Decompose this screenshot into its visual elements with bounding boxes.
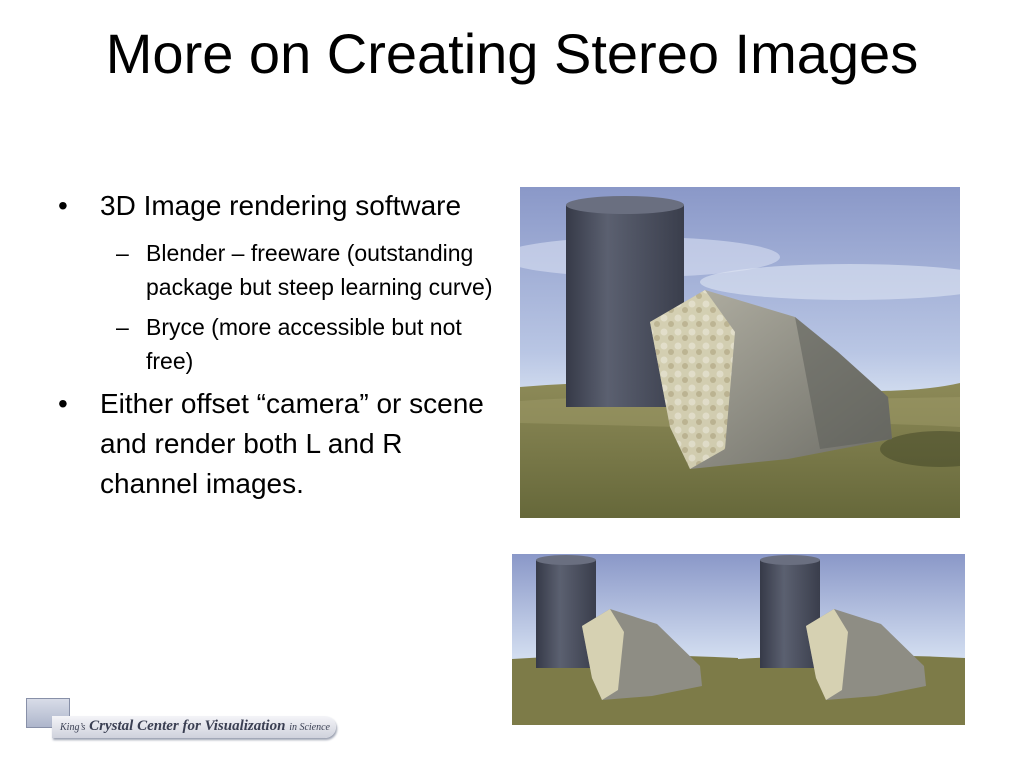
logo-suffix: in Science xyxy=(289,722,330,733)
logo-main: Crystal Center for Visualization xyxy=(89,718,286,734)
sub-bullet-item: – Bryce (more accessible but not free) xyxy=(58,310,498,378)
logo-prefix: King’s xyxy=(60,722,86,733)
sub-bullet-text: Bryce (more accessible but not free) xyxy=(146,314,462,374)
bullet-item: • 3D Image rendering software xyxy=(58,186,498,226)
bullet-text: Either offset “camera” or scene and rend… xyxy=(100,388,484,499)
cylinder-top xyxy=(566,196,684,214)
bullet-item: • Either offset “camera” or scene and re… xyxy=(58,384,498,504)
sub-bullet-text: Blender – freeware (outstanding package … xyxy=(146,240,493,300)
bullet-list: • 3D Image rendering software – Blender … xyxy=(58,186,498,514)
sub-bullet-item: – Blender – freeware (outstanding packag… xyxy=(58,236,498,304)
right-channel-image xyxy=(738,554,965,725)
sub-bullet-marker: – xyxy=(116,314,129,340)
rendered-scene-image xyxy=(520,187,960,518)
left-channel-image xyxy=(512,554,738,725)
sub-bullet-marker: – xyxy=(116,240,129,266)
logo-text: King’s Crystal Center for Visualization … xyxy=(52,716,336,738)
bullet-marker: • xyxy=(58,388,68,419)
cylinder-top xyxy=(536,555,596,565)
slide-title: More on Creating Stereo Images xyxy=(105,22,919,85)
bullet-marker: • xyxy=(58,190,68,221)
bullet-text: 3D Image rendering software xyxy=(100,190,462,221)
kings-crystal-logo: King’s Crystal Center for Visualization … xyxy=(24,698,354,746)
cylinder-top xyxy=(760,555,820,565)
